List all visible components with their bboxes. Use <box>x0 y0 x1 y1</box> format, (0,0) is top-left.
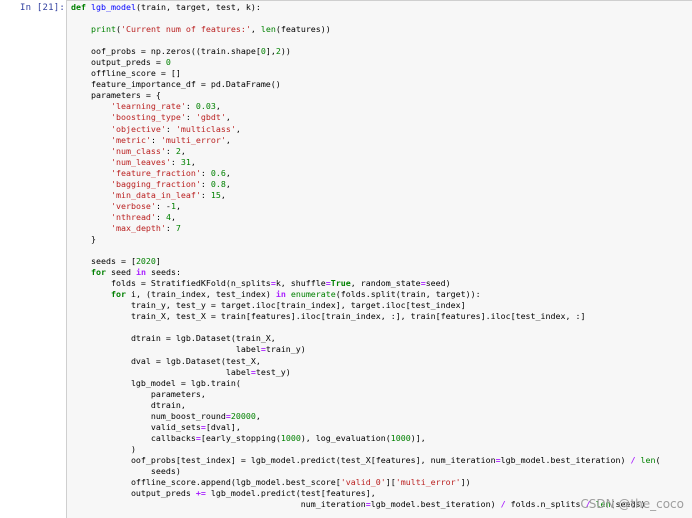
code-line: for seed in seeds: <box>90 267 181 278</box>
code-line: parameters = { <box>71 90 161 101</box>
cell-prompt: In [21]: <box>20 3 65 13</box>
notebook-code-cell[interactable]: In [21]: def lgb_model(train, target, te… <box>0 0 692 518</box>
code-line: dtrain = lgb.Dataset(train_X, <box>71 333 276 344</box>
code-line: def lgb_model(train, target, test, k): <box>71 2 261 12</box>
code-line: 'min_data_in_leaf': 15, <box>110 189 226 200</box>
code-editor[interactable]: def lgb_model(train, target, test, k): p… <box>71 2 660 510</box>
code-line: 'learning_rate': 0.03, <box>110 101 221 112</box>
code-line: oof_probs[test_index] = lgb_model.predic… <box>71 454 661 465</box>
code-line: num_boost_round=20000, <box>71 410 261 421</box>
code-line: valid_sets=[dval], <box>71 421 241 432</box>
code-line: offline_score.append(lgb_model.best_scor… <box>71 477 471 488</box>
code-line: train_y, test_y = target.iloc[train_inde… <box>71 300 466 311</box>
code-line: ) <box>71 443 136 454</box>
code-line: 'num_class': 2, <box>110 145 186 156</box>
code-line: 'boosting_type': 'gbdt', <box>110 112 231 123</box>
watermark: CSDN @the_coco <box>580 497 684 511</box>
code-line: train_X, test_X = train[features].iloc[t… <box>71 311 586 322</box>
code-line: 'feature_fraction': 0.6, <box>110 167 231 178</box>
code-line: 'bagging_fraction': 0.8, <box>110 178 231 189</box>
code-line: 'num_leaves': 31, <box>110 156 196 167</box>
code-line: seeds = [2020] <box>71 256 161 267</box>
code-line: 'metric': 'multi_error', <box>110 134 231 145</box>
code-line: oof_probs = np.zeros((train.shape[0],2)) <box>71 46 291 57</box>
code-line: lgb_model = lgb.train( <box>71 377 241 388</box>
code-line: for i, (train_index, test_index) in enum… <box>110 289 481 300</box>
code-line: 'nthread': 4, <box>110 211 176 222</box>
code-line: dtrain, <box>71 399 186 410</box>
code-line: label=test_y) <box>71 366 291 377</box>
code-line: 'objective': 'multiclass', <box>110 123 241 134</box>
code-line: feature_importance_df = pd.DataFrame() <box>71 79 281 90</box>
code-line: output_preds = 0 <box>71 57 171 68</box>
code-line: dval = lgb.Dataset(test_X, <box>71 355 261 366</box>
code-line: offline_score = [] <box>71 68 181 79</box>
code-line: folds = StratifiedKFold(n_splits=k, shuf… <box>71 278 451 289</box>
code-line: seeds) <box>71 465 181 476</box>
code-line: 'verbose': -1, <box>110 200 181 211</box>
code-line: callbacks=[early_stopping(1000), log_eva… <box>71 432 426 443</box>
code-line: num_iteration=lgb_model.best_iteration) … <box>71 499 646 510</box>
code-line: } <box>71 233 96 244</box>
code-line: output_preds += lgb_model.predict(test[f… <box>71 488 376 499</box>
code-line: print('Current num of features:', len(fe… <box>90 24 331 35</box>
code-line: 'max_depth': 7 <box>110 222 181 233</box>
code-line: parameters, <box>71 388 206 399</box>
code-line: label=train_y) <box>71 344 306 355</box>
